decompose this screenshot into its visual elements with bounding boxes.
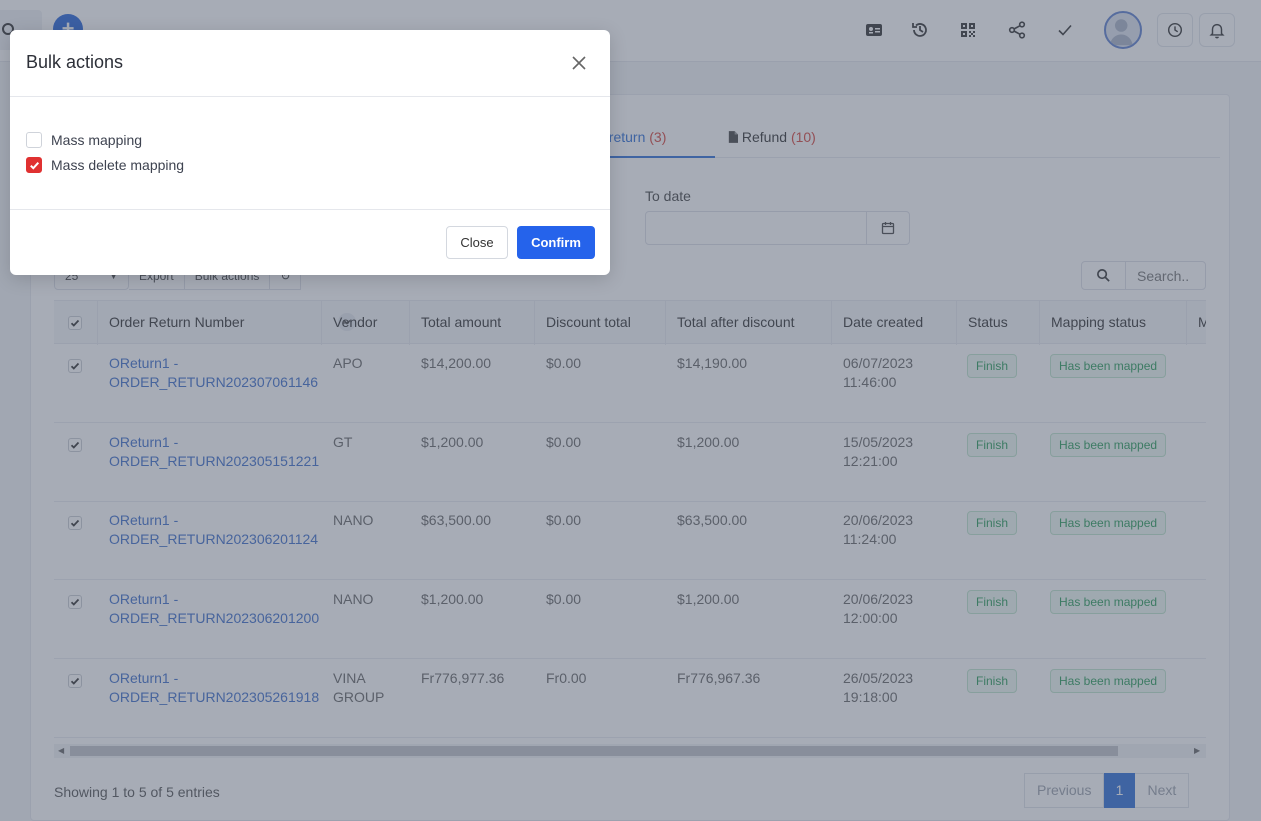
mass-delete-mapping-option[interactable]: Mass delete mapping (26, 156, 184, 174)
mass-mapping-label: Mass mapping (51, 132, 143, 148)
confirm-button[interactable]: Confirm (517, 226, 595, 259)
mass-delete-mapping-label: Mass delete mapping (51, 157, 185, 173)
close-icon[interactable] (570, 54, 588, 72)
modal-title: Bulk actions (26, 52, 124, 72)
mass-mapping-checkbox[interactable] (26, 132, 42, 148)
mass-delete-mapping-checkbox[interactable] (26, 157, 42, 173)
modal-body: Mass mapping Mass delete mapping (10, 97, 610, 210)
mass-mapping-option[interactable]: Mass mapping (26, 131, 142, 149)
modal-footer: Close Confirm (10, 210, 610, 274)
close-button[interactable]: Close (446, 226, 508, 259)
modal-header: Bulk actions (10, 30, 610, 97)
bulk-actions-modal: Bulk actions Mass mapping Mass delete ma… (10, 30, 610, 275)
